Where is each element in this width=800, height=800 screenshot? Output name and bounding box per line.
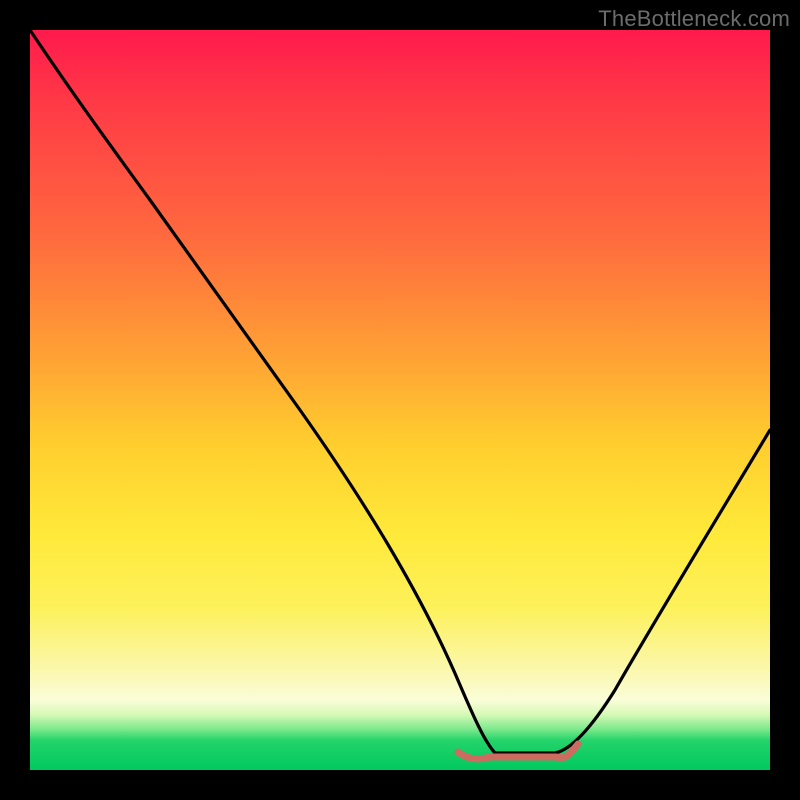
chart-frame: TheBottleneck.com [0, 0, 800, 800]
bottleneck-curve [30, 30, 770, 753]
plot-area [30, 30, 770, 770]
curve-layer [30, 30, 770, 770]
watermark-text: TheBottleneck.com [598, 6, 790, 32]
